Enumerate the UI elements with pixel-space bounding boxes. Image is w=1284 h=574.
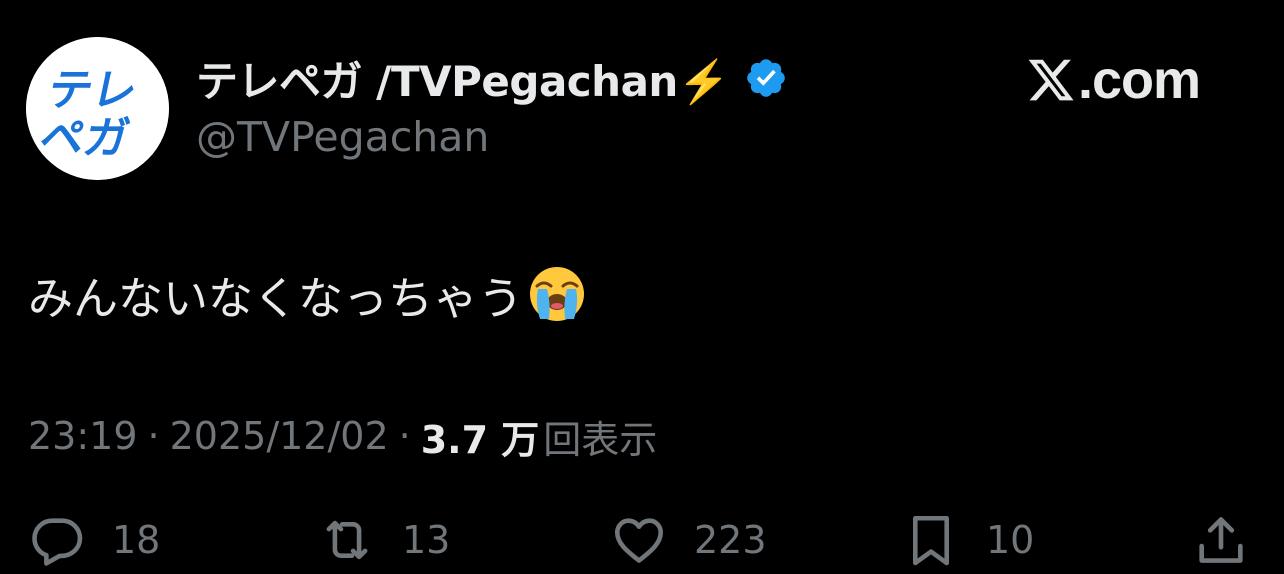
share-button[interactable]: [1192, 510, 1250, 570]
x-logo-icon: [1026, 55, 1076, 105]
share-icon: [1192, 511, 1250, 569]
avatar-text-line2: ペガ: [35, 113, 134, 163]
display-name[interactable]: テレペガ /TVPegachan⚡️: [196, 48, 730, 109]
repost-count: 13: [402, 518, 451, 562]
tweet-text: みんないなくなっちゃう: [28, 271, 524, 325]
reply-count: 18: [112, 518, 161, 562]
views-count: 3.7 万: [420, 417, 540, 462]
avatar[interactable]: テレ ペガ: [26, 37, 169, 180]
brand-text: .com: [1078, 50, 1201, 110]
tweet-meta: 23:19 · 2025/12/02 · 3.7 万 回表示: [28, 410, 657, 462]
reply-button[interactable]: 18: [28, 510, 160, 570]
tvpega-logo-icon: テレ ペガ: [26, 37, 169, 180]
meta-separator: ·: [398, 414, 411, 458]
bookmark-count: 10: [986, 518, 1035, 562]
reply-icon: [28, 511, 86, 569]
author-name-row: テレペガ /TVPegachan⚡️: [196, 48, 788, 108]
meta-separator: ·: [147, 414, 160, 458]
tweet-date[interactable]: 2025/12/02: [170, 414, 389, 458]
x-brand: .com: [1026, 50, 1201, 110]
avatar-text-line1: テレ: [43, 65, 142, 115]
author-handle[interactable]: @TVPegachan: [196, 113, 489, 161]
verified-badge-icon: [744, 56, 788, 100]
bookmark-icon: [902, 511, 960, 569]
like-button[interactable]: 223: [610, 510, 767, 570]
repost-button[interactable]: 13: [318, 510, 450, 570]
tweet-body: みんないなくなっちゃう: [28, 262, 587, 326]
bookmark-button[interactable]: 10: [902, 510, 1034, 570]
views-label: 回表示: [543, 417, 658, 462]
heart-icon: [610, 511, 668, 569]
like-count: 223: [694, 518, 767, 562]
tweet-time[interactable]: 23:19: [28, 414, 138, 458]
repost-icon: [318, 511, 376, 569]
loudly-crying-face-icon: [527, 264, 587, 324]
